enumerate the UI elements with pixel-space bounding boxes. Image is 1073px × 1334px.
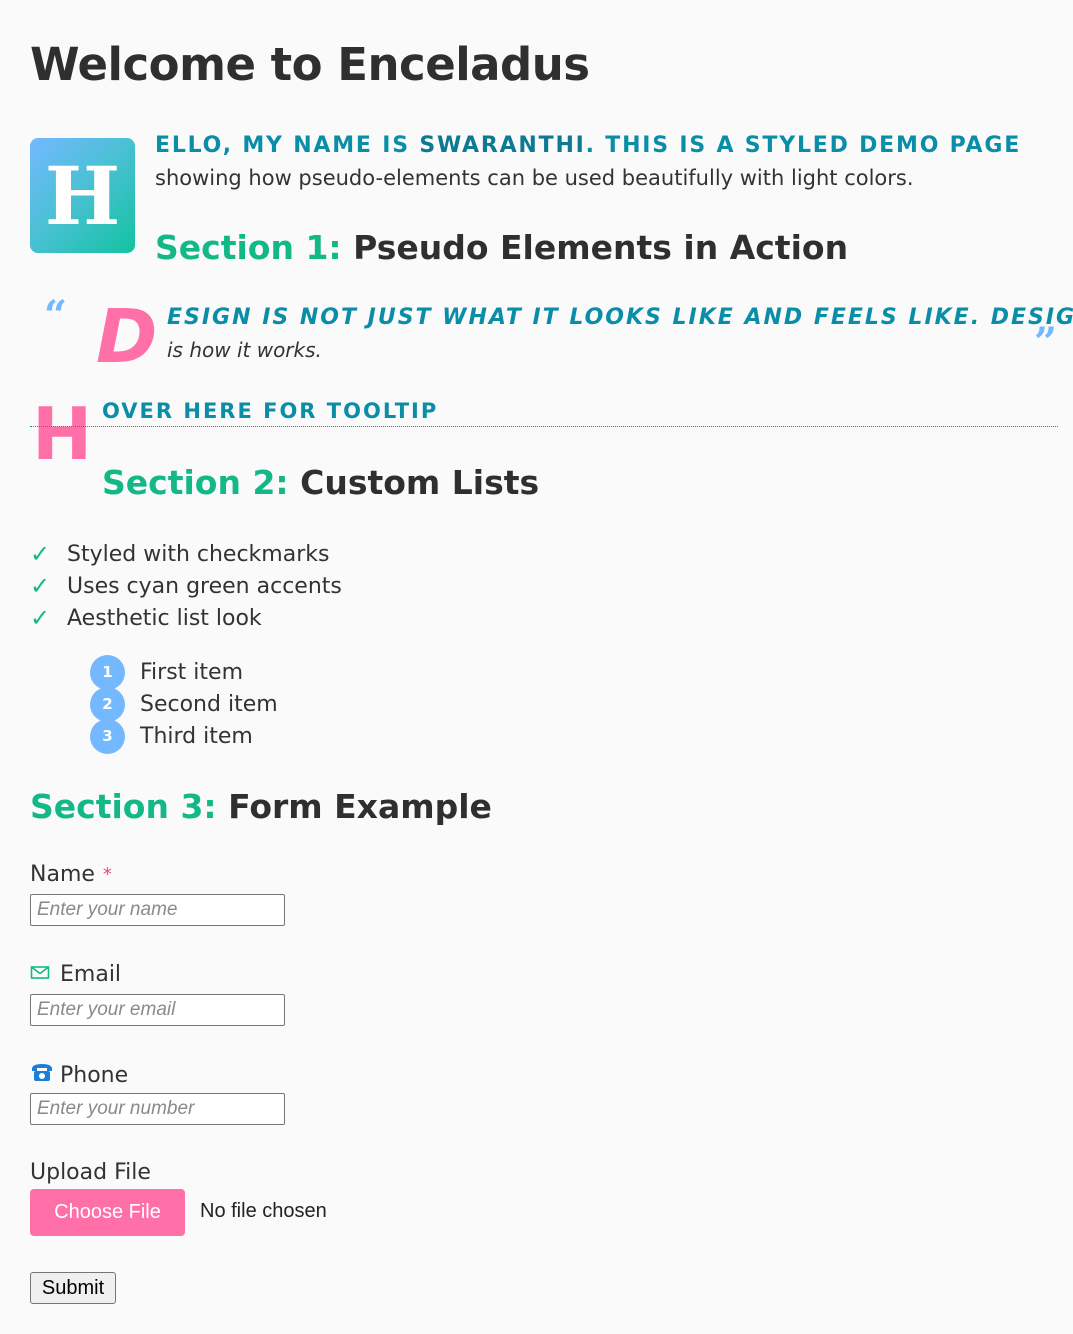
intro-heading-line: ello, my name is Swaranthi. This is a st… xyxy=(155,133,1021,158)
name-label-text: Name xyxy=(30,862,95,887)
phone-label-text: Phone xyxy=(60,1062,129,1088)
list-item: 3 Third item xyxy=(90,718,278,754)
section-1-heading: Section 1: Pseudo Elements in Action xyxy=(155,228,848,267)
upload-label: Upload File xyxy=(30,1160,151,1185)
section-3-title: Form Example xyxy=(228,787,492,826)
intro-dropcap-letter: H xyxy=(44,148,121,243)
checkmark-icon: ✓ xyxy=(30,572,51,600)
section-2-heading: Section 2: Custom Lists xyxy=(102,463,539,502)
list-item: 1 First item xyxy=(90,654,278,690)
telephone-icon xyxy=(30,1062,54,1088)
section-2-number: Section 2: xyxy=(102,463,289,502)
list-item-label: Second item xyxy=(140,691,278,717)
quote-second-line: is how it works. xyxy=(167,338,322,362)
list-item-label: First item xyxy=(140,659,243,685)
tooltip-trigger[interactable]: OVER HERE FOR TOOLTIP xyxy=(102,399,438,423)
number-badge: 2 xyxy=(90,686,125,722)
envelope-icon xyxy=(30,962,54,987)
intro-text-a: ello, my name is xyxy=(155,133,420,158)
intro-name: Swaranthi xyxy=(419,133,586,158)
list-item: ✓ Styled with checkmarks xyxy=(30,538,342,570)
file-status-text: No file chosen xyxy=(200,1200,327,1222)
tooltip-dropcap: H xyxy=(32,392,93,476)
section-3-number: Section 3: xyxy=(30,787,217,826)
list-item-label: Aesthetic list look xyxy=(67,605,262,631)
section-3-heading: Section 3: Form Example xyxy=(30,787,492,826)
list-item: ✓ Aesthetic list look xyxy=(30,602,342,634)
list-item: 2 Second item xyxy=(90,686,278,722)
email-input[interactable] xyxy=(30,994,285,1026)
name-input[interactable] xyxy=(30,894,285,926)
intro-body-line: showing how pseudo-elements can be used … xyxy=(155,166,914,190)
close-quote-icon: ” xyxy=(1034,319,1058,366)
section-2-title: Custom Lists xyxy=(300,463,540,502)
email-label: Email xyxy=(30,962,121,987)
phone-input[interactable] xyxy=(30,1093,285,1125)
choose-file-button[interactable]: Choose File xyxy=(30,1189,185,1236)
list-item: ✓ Uses cyan green accents xyxy=(30,570,342,602)
email-label-text: Email xyxy=(60,962,122,987)
phone-label: Phone xyxy=(30,1062,128,1088)
section-1-number: Section 1: xyxy=(155,228,342,267)
numbered-list: 1 First item 2 Second item 3 Third item xyxy=(90,654,278,754)
open-quote-icon: “ xyxy=(44,292,68,339)
list-item-label: Uses cyan green accents xyxy=(67,573,342,599)
checkmark-icon: ✓ xyxy=(30,540,51,568)
intro-dropcap: H xyxy=(30,138,135,253)
required-asterisk: * xyxy=(102,864,112,885)
checkmark-list: ✓ Styled with checkmarks ✓ Uses cyan green… xyxy=(30,538,342,634)
tooltip-underline xyxy=(30,426,1058,427)
name-label: Name * xyxy=(30,862,112,887)
number-badge: 3 xyxy=(90,718,125,754)
number-badge: 1 xyxy=(90,654,125,690)
submit-button[interactable]: Submit xyxy=(30,1272,116,1304)
page-title: Welcome to Enceladus xyxy=(30,38,590,91)
quote-dropcap: D xyxy=(96,294,158,380)
list-item-label: Third item xyxy=(140,723,253,749)
section-1-title: Pseudo Elements in Action xyxy=(353,228,849,267)
checkmark-icon: ✓ xyxy=(30,604,51,632)
list-item-label: Styled with checkmarks xyxy=(67,541,330,567)
intro-text-b: . This is a styled demo page xyxy=(585,133,1022,158)
quote-first-line: ESIGN IS NOT JUST WHAT IT LOOKS LIKE AND… xyxy=(167,305,1073,330)
